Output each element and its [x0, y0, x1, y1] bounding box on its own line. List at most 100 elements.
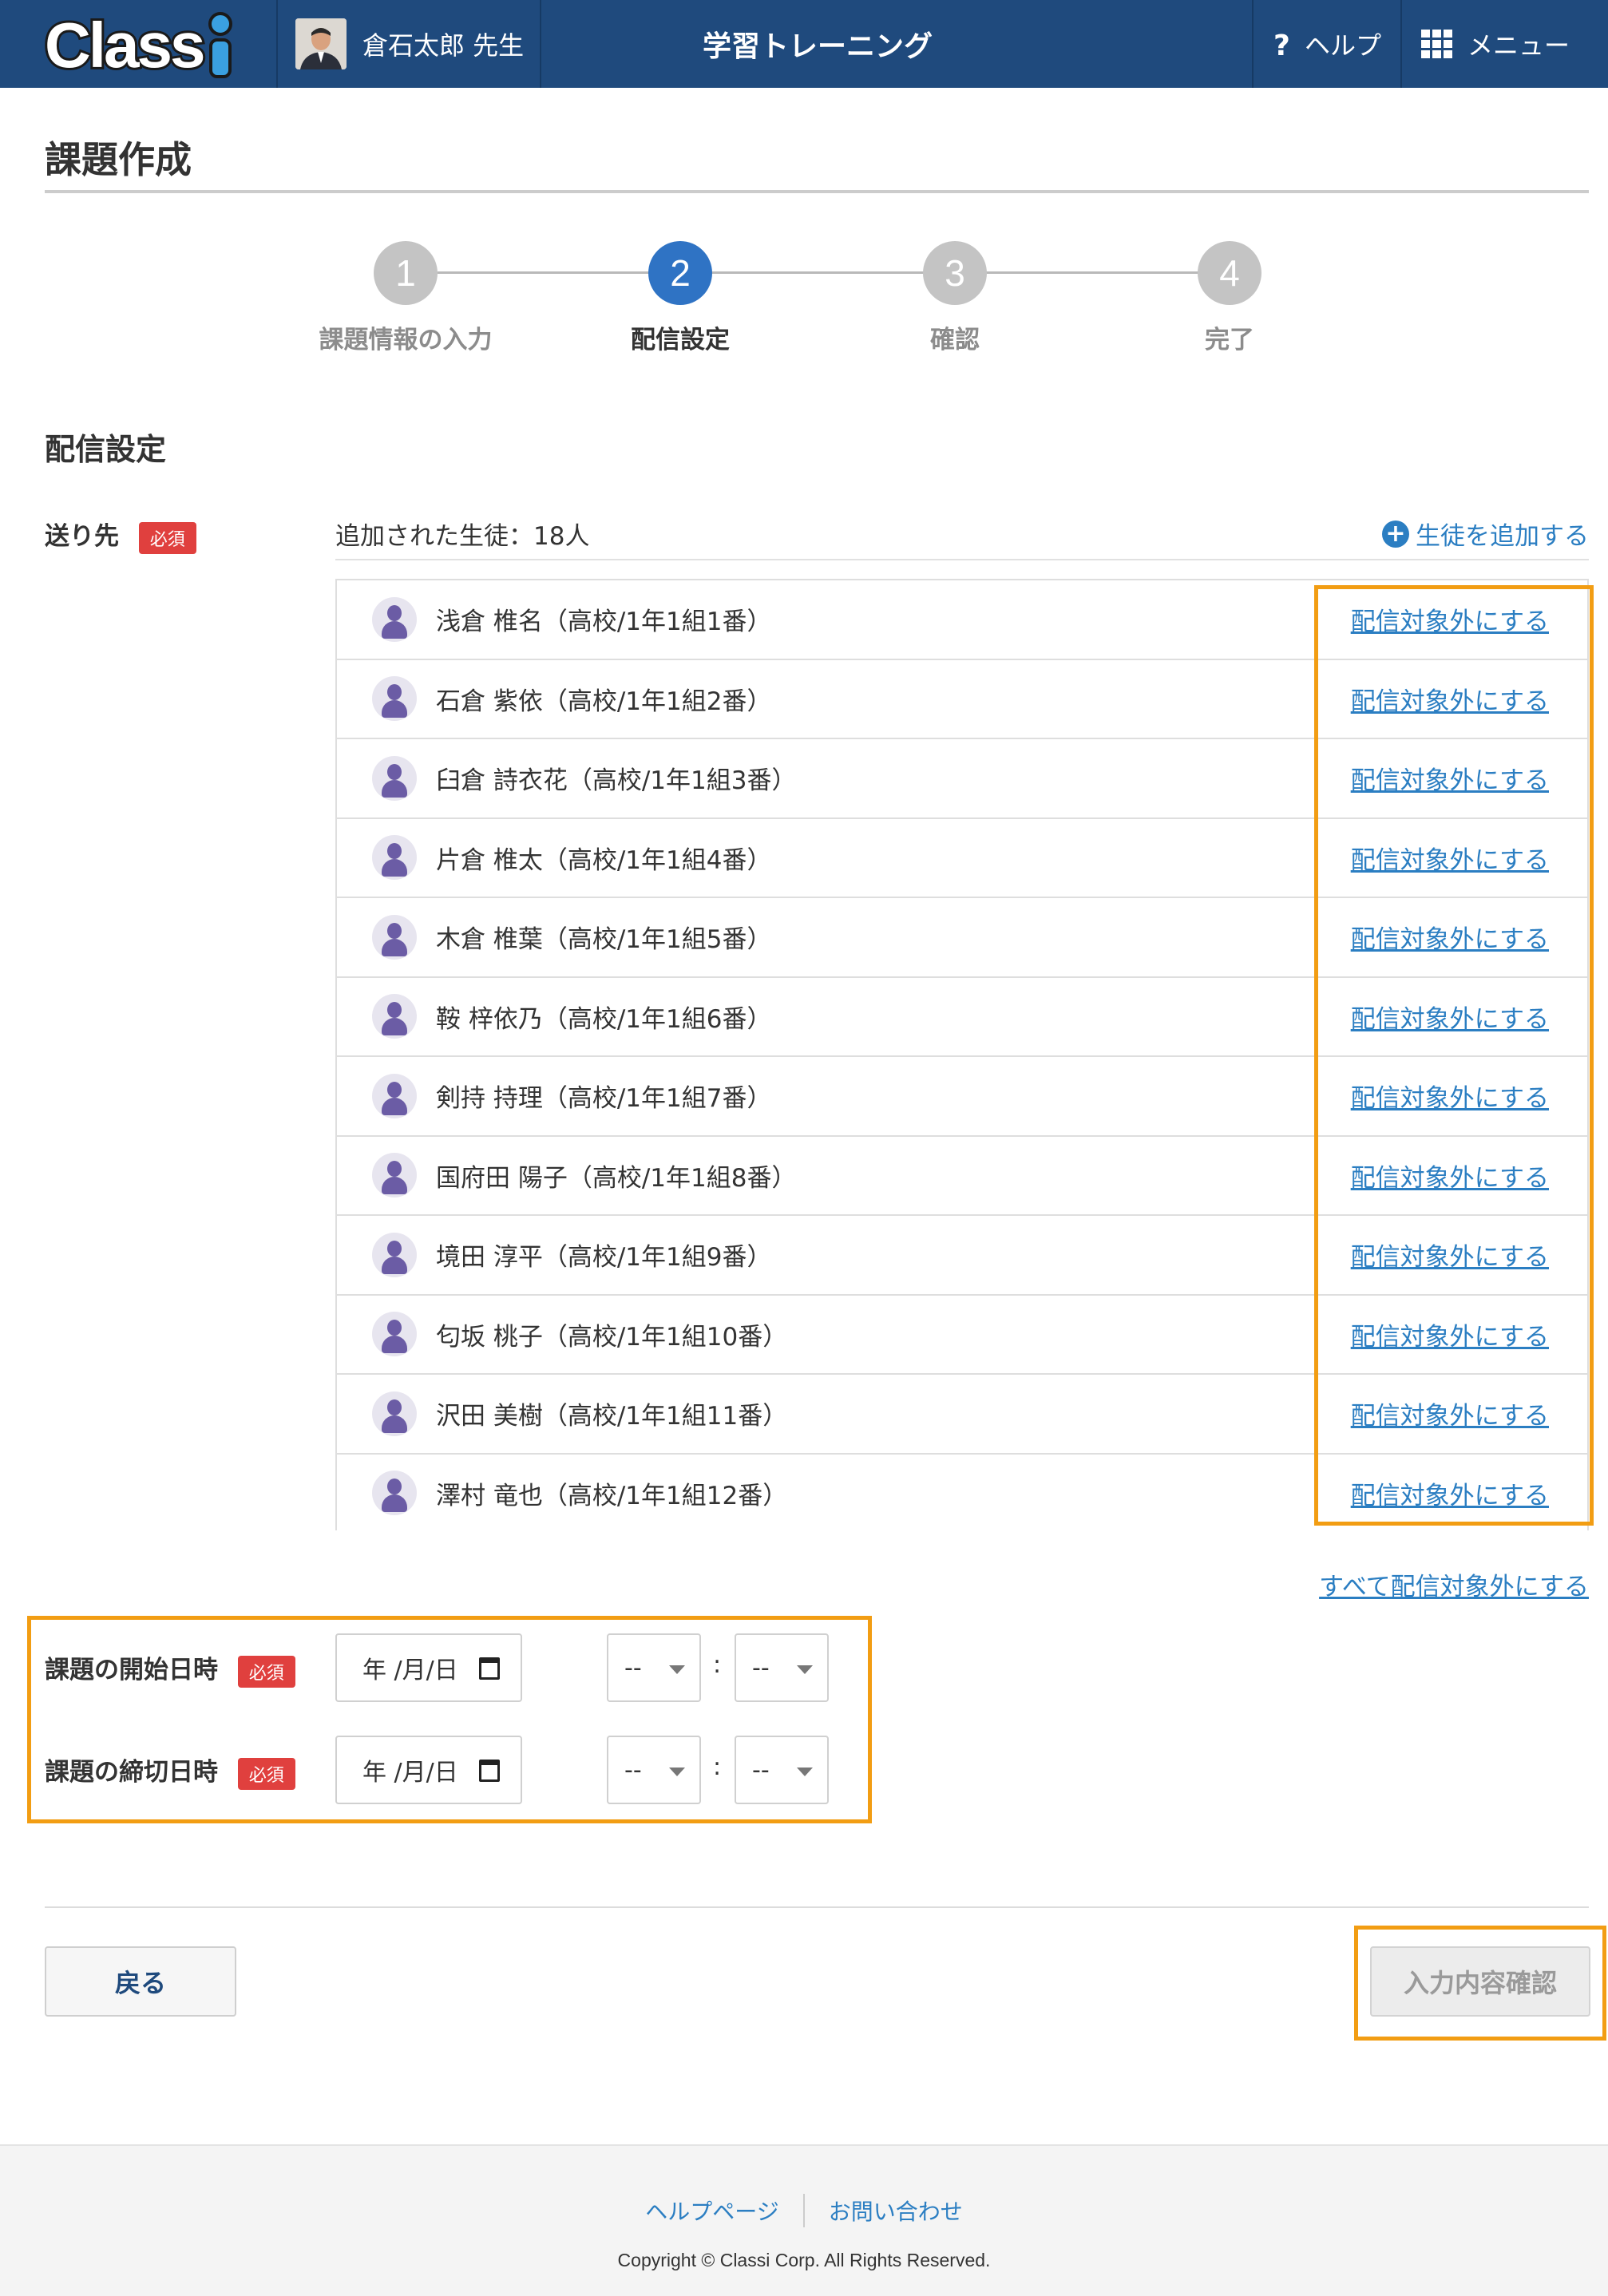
end-hour-value: --	[624, 1756, 642, 1784]
exclude-student-link[interactable]: 配信対象外にする	[1351, 1475, 1549, 1511]
calendar-icon[interactable]	[479, 1760, 500, 1782]
section-title: 配信設定	[45, 432, 167, 467]
person-icon	[372, 755, 417, 801]
student-row: 片倉 椎太（高校/1年1組4番） 配信対象外にする	[337, 819, 1587, 898]
caret-down-icon	[669, 1768, 685, 1776]
exclude-student-link[interactable]: 配信対象外にする	[1351, 760, 1549, 796]
student-row: 浅倉 椎名（高校/1年1組1番） 配信対象外にする	[337, 580, 1587, 660]
help-label: ヘルプ	[1305, 30, 1382, 61]
student-row: 沢田 美樹（高校/1年1組11番） 配信対象外にする	[337, 1375, 1587, 1455]
step-1-circle: 1	[374, 241, 438, 305]
stepper-line	[438, 271, 1236, 274]
person-icon	[372, 994, 417, 1039]
student-name: 鞍 梓依乃（高校/1年1組6番）	[436, 1004, 772, 1034]
student-row: 澤村 竜也（高校/1年1組12番） 配信対象外にする	[337, 1455, 1587, 1531]
footer-links: ヘルプページ お問い合わせ	[0, 2194, 1608, 2227]
actions-divider	[45, 1906, 1589, 1908]
end-date-input[interactable]: 年 /月/日	[335, 1736, 522, 1804]
end-minute-value: --	[752, 1756, 770, 1784]
exclude-student-link[interactable]: 配信対象外にする	[1351, 681, 1549, 717]
end-datetime-label-text: 課題の締切日時	[45, 1758, 218, 1787]
student-row: 鞍 梓依乃（高校/1年1組6番） 配信対象外にする	[337, 978, 1587, 1057]
student-name: 浅倉 椎名（高校/1年1組1番）	[436, 608, 772, 637]
classi-logo[interactable]: Class	[43, 8, 252, 81]
student-name: 木倉 椎葉（高校/1年1組5番）	[436, 925, 772, 955]
exclude-student-link[interactable]: 配信対象外にする	[1351, 1316, 1549, 1352]
exclude-student-link[interactable]: 配信対象外にする	[1351, 1237, 1549, 1273]
person-icon	[372, 1471, 417, 1516]
exclude-student-link[interactable]: 配信対象外にする	[1351, 999, 1549, 1035]
required-badge: 必須	[237, 1757, 295, 1790]
caret-down-icon	[797, 1768, 813, 1776]
student-row: 臼倉 詩衣花（高校/1年1組3番） 配信対象外にする	[337, 739, 1587, 819]
student-row: 剣持 持理（高校/1年1組7番） 配信対象外にする	[337, 1057, 1587, 1137]
student-name: 石倉 紫依（高校/1年1組2番）	[436, 687, 772, 716]
start-hour-select[interactable]: --	[607, 1633, 701, 1702]
exclude-student-link[interactable]: 配信対象外にする	[1351, 840, 1549, 876]
person-icon	[372, 596, 417, 642]
help-button[interactable]: ? ヘルプ	[1271, 0, 1381, 88]
exclude-all-link[interactable]: すべて配信対象外にする	[1319, 1566, 1589, 1602]
exclude-student-link[interactable]: 配信対象外にする	[1351, 919, 1549, 955]
added-student-count: 追加された生徒：18人	[335, 522, 590, 551]
student-name: 澤村 竜也（高校/1年1組12番）	[436, 1481, 788, 1510]
list-divider	[335, 559, 1589, 560]
student-row: 匂坂 桃子（高校/1年1組10番） 配信対象外にする	[337, 1296, 1587, 1375]
exclude-student-link[interactable]: 配信対象外にする	[1351, 1078, 1549, 1114]
header-divider	[1252, 0, 1254, 88]
start-date-input[interactable]: 年 /月/日	[335, 1633, 522, 1702]
page-title: 課題作成	[45, 138, 192, 181]
exclude-student-link[interactable]: 配信対象外にする	[1351, 1395, 1549, 1431]
start-datetime-label: 課題の開始日時 必須	[45, 1649, 295, 1688]
plus-circle-icon: +	[1382, 520, 1409, 548]
question-mark-icon: ?	[1273, 30, 1290, 58]
start-hour-value: --	[624, 1653, 642, 1682]
student-row: 国府田 陽子（高校/1年1組8番） 配信対象外にする	[337, 1137, 1587, 1216]
caret-down-icon	[797, 1665, 813, 1674]
menu-button[interactable]: メニュー	[1421, 0, 1570, 88]
person-icon	[372, 676, 417, 722]
time-colon: :	[713, 1651, 722, 1679]
recipients-label: 送り先 必須	[45, 516, 196, 554]
svg-text:?: ?	[1273, 30, 1290, 58]
step-4-label: 完了	[1205, 326, 1254, 354]
add-student-link[interactable]: + 生徒を追加する	[1382, 516, 1589, 552]
exclude-student-link[interactable]: 配信対象外にする	[1351, 1158, 1549, 1194]
student-name: 境田 淳平（高校/1年1組9番）	[436, 1243, 772, 1273]
back-button[interactable]: 戻る	[45, 1946, 236, 2017]
student-name: 沢田 美樹（高校/1年1組11番）	[436, 1402, 788, 1431]
start-date-placeholder: 年 /月/日	[362, 1657, 458, 1684]
help-page-link[interactable]: ヘルプページ	[645, 2195, 778, 2227]
header-divider	[276, 0, 278, 88]
start-datetime-label-text: 課題の開始日時	[45, 1656, 218, 1684]
person-icon	[372, 1073, 417, 1118]
student-row: 境田 淳平（高校/1年1組9番） 配信対象外にする	[337, 1216, 1587, 1296]
student-name: 剣持 持理（高校/1年1組7番）	[436, 1084, 772, 1114]
person-icon	[372, 835, 417, 881]
end-datetime-label: 課題の締切日時 必須	[45, 1752, 295, 1790]
end-minute-select[interactable]: --	[735, 1736, 829, 1804]
required-badge: 必須	[237, 1655, 295, 1688]
person-icon	[372, 1153, 417, 1198]
header-divider	[540, 0, 541, 88]
time-colon: :	[713, 1753, 722, 1781]
end-hour-select[interactable]: --	[607, 1736, 701, 1804]
user-avatar	[295, 18, 347, 69]
calendar-icon[interactable]	[479, 1657, 500, 1680]
step-3-circle: 3	[923, 241, 987, 305]
user-name: 倉石太郎 先生	[362, 30, 525, 61]
student-name: 臼倉 詩衣花（高校/1年1組3番）	[436, 766, 797, 796]
start-minute-select[interactable]: --	[735, 1633, 829, 1702]
grid-icon	[1421, 30, 1452, 58]
copyright-text: Copyright © Classi Corp. All Rights Rese…	[617, 2250, 991, 2270]
exclude-student-link[interactable]: 配信対象外にする	[1351, 601, 1549, 637]
user-profile[interactable]: 倉石太郎 先生	[295, 18, 524, 70]
confirm-input-button[interactable]: 入力内容確認	[1370, 1946, 1590, 2017]
student-name: 片倉 椎太（高校/1年1組4番）	[436, 845, 772, 875]
add-student-label: 生徒を追加する	[1416, 522, 1589, 551]
app-title: 学習トレーニング	[703, 30, 933, 63]
contact-link[interactable]: お問い合わせ	[829, 2195, 963, 2227]
step-2-label: 配信設定	[631, 326, 730, 354]
person-icon	[372, 914, 417, 960]
caret-down-icon	[669, 1665, 685, 1674]
